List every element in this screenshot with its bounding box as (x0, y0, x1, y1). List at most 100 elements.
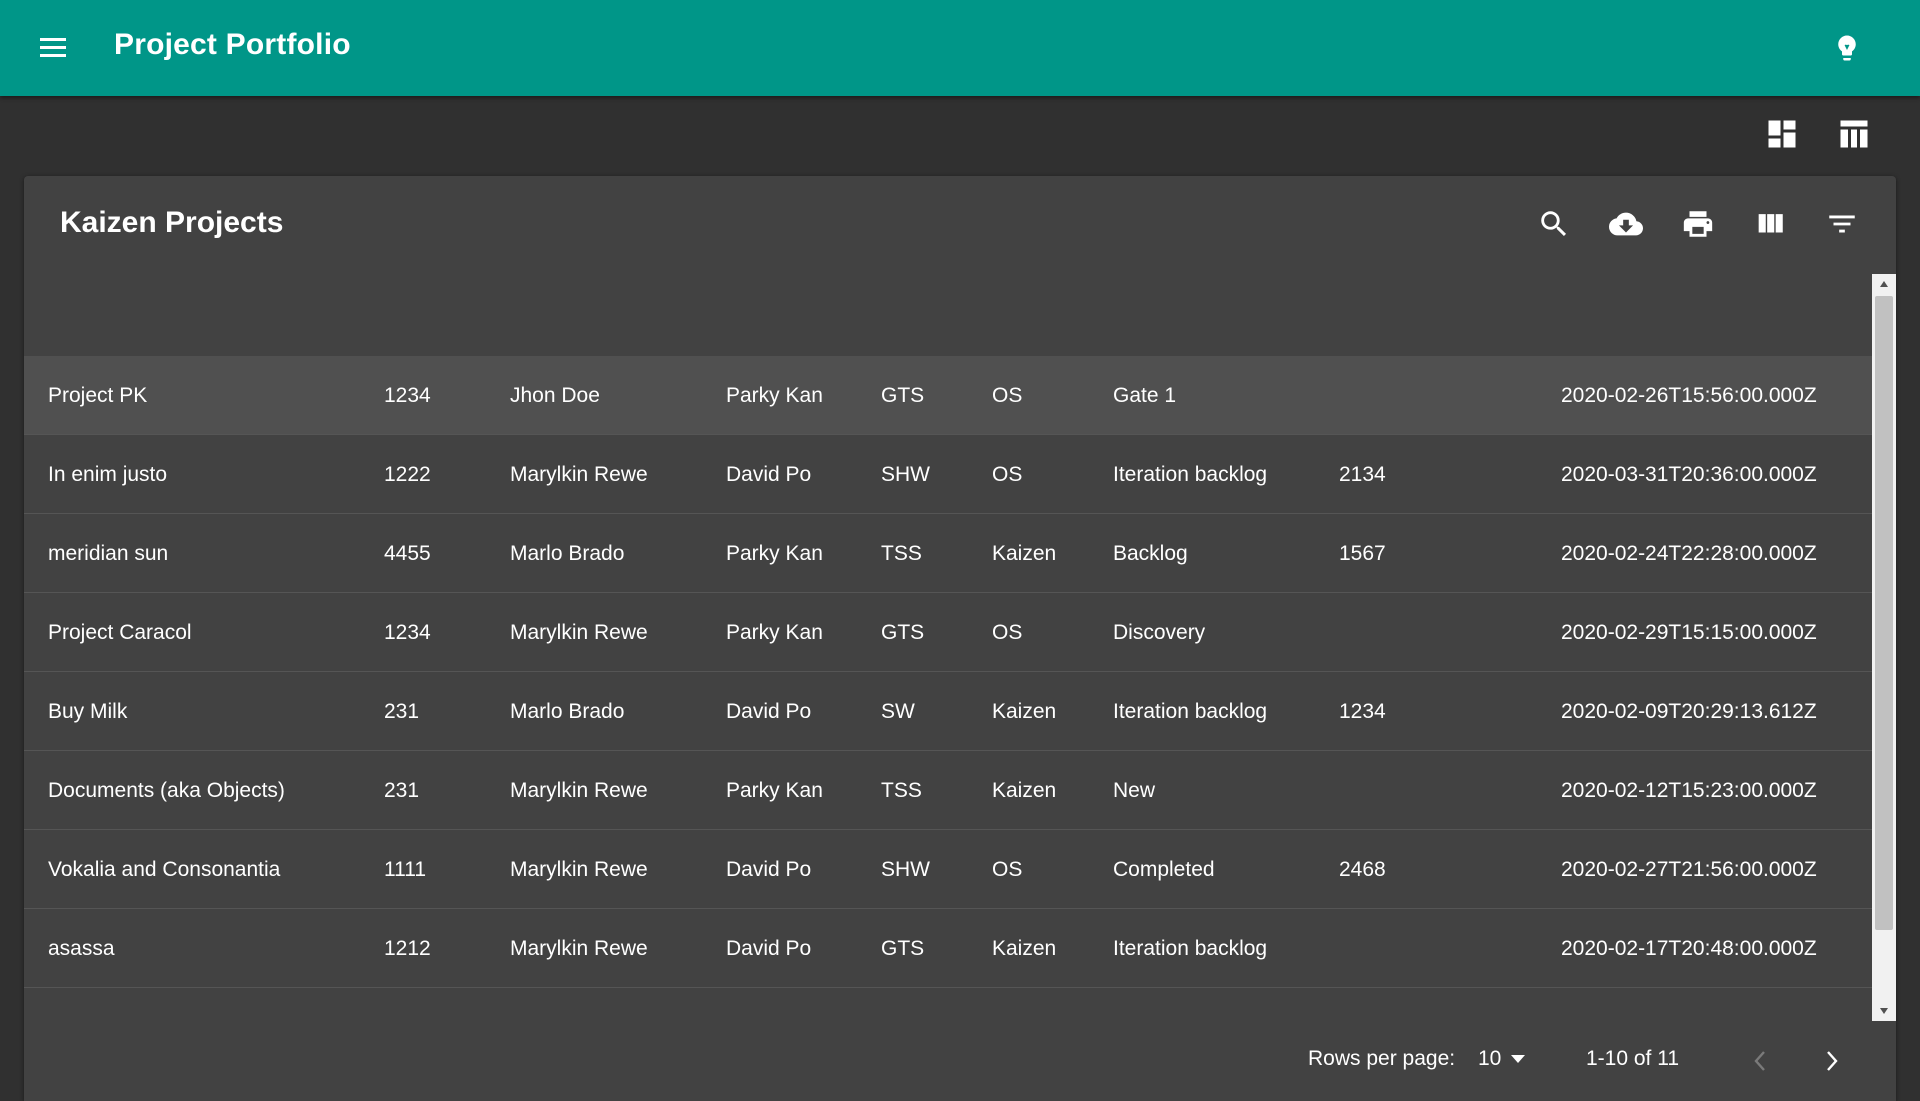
cell-owner: Marylkin Rewe (510, 463, 648, 486)
cell-date: 2020-02-17T20:48:00.000Z (1561, 937, 1817, 960)
cell-unit: GTS (881, 937, 925, 960)
cell-stage: Iteration backlog (1113, 700, 1268, 723)
print-icon[interactable] (1678, 204, 1718, 244)
cell-owner: Marlo Brado (510, 542, 625, 565)
dashboard-icon[interactable] (1764, 116, 1800, 152)
vertical-scrollbar[interactable] (1872, 274, 1896, 1021)
cell-stage: Iteration backlog (1113, 463, 1268, 486)
lightbulb-icon[interactable] (1832, 32, 1862, 64)
cell-stage: Gate 1 (1113, 384, 1177, 407)
table-pagination: Rows per page: 10 1-10 of 11 (24, 1031, 1896, 1091)
cell-type: OS (992, 621, 1023, 644)
next-page-icon[interactable] (1814, 1043, 1850, 1079)
scroll-down-arrow-icon[interactable] (1872, 1001, 1896, 1021)
cell-sponsor: David Po (726, 937, 812, 960)
cell-type: Kaizen (992, 700, 1057, 723)
table-row[interactable]: asassa 1212 Marylkin Rewe David Po GTS Kaizen… (24, 909, 1872, 988)
cell-stage: Discovery (1113, 621, 1206, 644)
cell-project-name: Project PK (48, 384, 148, 407)
cell-sponsor: Parky Kan (726, 621, 823, 644)
cell-project-id: 1222 (384, 463, 431, 486)
cell-sponsor: David Po (726, 858, 812, 881)
cell-unit: GTS (881, 621, 925, 644)
cell-sponsor: David Po (726, 463, 812, 486)
filter-list-icon[interactable] (1822, 204, 1862, 244)
pagination-range: 1-10 of 11 (1586, 1047, 1680, 1070)
rows-per-page-label: Rows per page: (1308, 1047, 1456, 1070)
app-title: Project Portfolio (114, 28, 351, 61)
cell-number: 2134 (1339, 463, 1386, 486)
cell-sponsor: Parky Kan (726, 542, 823, 565)
cell-date: 2020-02-29T15:15:00.000Z (1561, 621, 1817, 644)
table-row[interactable]: Project Caracol 1234 Marylkin Rewe Parky Ka… (24, 593, 1872, 672)
cell-unit: SHW (881, 463, 930, 486)
cell-sponsor: Parky Kan (726, 384, 823, 407)
cell-owner: Jhon Doe (510, 384, 600, 407)
cell-project-name: Vokalia and Consonantia (48, 858, 281, 881)
cloud-download-icon[interactable] (1606, 204, 1646, 244)
cell-project-id: 1111 (384, 858, 427, 881)
cell-unit: TSS (881, 779, 922, 802)
cell-project-name: asassa (48, 937, 115, 960)
cell-unit: GTS (881, 384, 925, 407)
cell-type: OS (992, 384, 1023, 407)
cell-stage: Iteration backlog (1113, 937, 1268, 960)
rows-per-page-select[interactable]: 10 (1478, 1041, 1526, 1077)
scroll-up-arrow-icon[interactable] (1872, 274, 1896, 294)
table-view-icon[interactable] (1836, 116, 1872, 152)
cell-date: 2020-02-27T21:56:00.000Z (1561, 858, 1817, 881)
cell-project-name: Documents (aka Objects) (48, 779, 285, 802)
cell-unit: SHW (881, 858, 930, 881)
app-bar: Project Portfolio (0, 0, 1920, 96)
dropdown-arrow-icon (1511, 1055, 1526, 1063)
cell-unit: TSS (881, 542, 922, 565)
cell-project-id: 4455 (384, 542, 431, 565)
cell-project-name: Project Caracol (48, 621, 192, 644)
cell-unit: SW (881, 700, 915, 723)
table-title: Kaizen Projects (60, 206, 284, 239)
cell-type: Kaizen (992, 542, 1057, 565)
previous-page-icon[interactable] (1742, 1043, 1778, 1079)
cell-type: Kaizen (992, 779, 1057, 802)
cell-project-id: 1234 (384, 384, 431, 407)
cell-date: 2020-02-12T15:23:00.000Z (1561, 779, 1817, 802)
cell-project-id: 1234 (384, 621, 431, 644)
cell-stage: Backlog (1113, 542, 1188, 565)
table-row[interactable]: meridian sun 4455 Marlo Brado Parky Kan TSS K… (24, 514, 1872, 593)
view-column-icon[interactable] (1750, 204, 1790, 244)
cell-sponsor: David Po (726, 700, 812, 723)
cell-stage: New (1113, 779, 1156, 802)
cell-project-name: In enim justo (48, 463, 168, 486)
menu-icon[interactable] (38, 34, 70, 62)
table-header (24, 274, 1872, 356)
scrollbar-thumb[interactable] (1875, 296, 1893, 930)
cell-project-id: 231 (384, 779, 420, 802)
cell-project-name: Buy Milk (48, 700, 128, 723)
cell-project-name: meridian sun (48, 542, 169, 565)
table-row[interactable]: Buy Milk 231 Marlo Brado David Po SW Kaizen It… (24, 672, 1872, 751)
table-row[interactable]: In enim justo 1222 Marylkin Rewe David Po SH… (24, 435, 1872, 514)
cell-owner: Marylkin Rewe (510, 858, 648, 881)
table-row[interactable]: Vokalia and Consonantia 1111 Marylkin Rewe… (24, 830, 1872, 909)
cell-date: 2020-02-09T20:29:13.612Z (1561, 700, 1817, 723)
cell-owner: Marylkin Rewe (510, 779, 648, 802)
table-body: Project PK 1234 Jhon Doe Parky Kan GTS OS Gate… (24, 274, 1872, 1007)
cell-type: OS (992, 463, 1023, 486)
cell-owner: Marylkin Rewe (510, 621, 648, 644)
cell-date: 2020-02-26T15:56:00.000Z (1561, 384, 1817, 407)
cell-date: 2020-02-24T22:28:00.000Z (1561, 542, 1817, 565)
cell-project-id: 1212 (384, 937, 431, 960)
rows-per-page-value: 10 (1478, 1047, 1502, 1070)
search-icon[interactable] (1534, 204, 1574, 244)
cell-number: 1567 (1339, 542, 1386, 565)
cell-stage: Completed (1113, 858, 1215, 881)
cell-number: 2468 (1339, 858, 1386, 881)
cell-date: 2020-03-31T20:36:00.000Z (1561, 463, 1817, 486)
table-row[interactable]: Documents (aka Objects) 231 Marylkin Rewe P… (24, 751, 1872, 830)
cell-type: Kaizen (992, 937, 1057, 960)
table-row[interactable]: Project PK 1234 Jhon Doe Parky Kan GTS OS Gate… (24, 356, 1872, 435)
cell-owner: Marlo Brado (510, 700, 625, 723)
projects-table-card: Kaizen Projects Project PK 1234 Jhon Doe Pa… (24, 176, 1896, 1101)
cell-number: 1234 (1339, 700, 1386, 723)
cell-project-id: 231 (384, 700, 420, 723)
